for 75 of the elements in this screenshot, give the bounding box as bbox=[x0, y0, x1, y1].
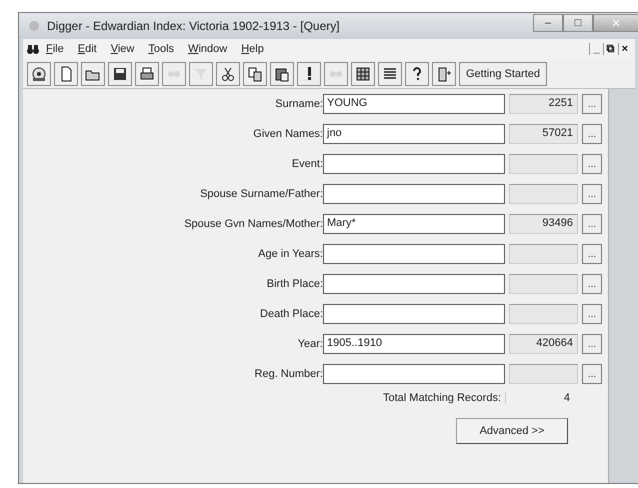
count-field bbox=[509, 274, 578, 294]
count-field: 57021 bbox=[509, 124, 578, 144]
window-title: Digger - Edwardian Index: Victoria 1902-1913 - [Query] bbox=[46, 19, 341, 33]
count-field bbox=[509, 304, 578, 324]
input-field[interactable]: Mary* bbox=[323, 214, 505, 234]
toolbar-button[interactable] bbox=[81, 62, 105, 86]
menu-item[interactable]: Help bbox=[234, 41, 271, 57]
total-label: Total Matching Records: bbox=[382, 392, 501, 404]
menu-item[interactable]: View bbox=[104, 41, 142, 57]
total-count: 4 bbox=[505, 392, 574, 404]
toolbar-button[interactable] bbox=[378, 62, 402, 86]
count-field bbox=[509, 154, 578, 174]
browse-button[interactable]: ... bbox=[582, 94, 602, 114]
input-field[interactable] bbox=[323, 154, 505, 174]
mdi-minimize-button[interactable]: _ bbox=[589, 43, 603, 55]
input-field[interactable] bbox=[323, 244, 505, 264]
toolbar-button[interactable] bbox=[135, 62, 159, 86]
input-field[interactable] bbox=[323, 184, 505, 204]
toolbar-button[interactable] bbox=[351, 62, 375, 86]
browse-button[interactable]: ... bbox=[582, 184, 602, 204]
browse-button[interactable]: ... bbox=[582, 154, 602, 174]
mdi-close-button[interactable]: × bbox=[618, 43, 631, 55]
menu-item[interactable]: Window bbox=[181, 41, 234, 57]
advanced-button[interactable]: Advanced >> bbox=[456, 418, 568, 444]
toolbar-button[interactable] bbox=[243, 62, 267, 86]
toolbar-button[interactable] bbox=[432, 62, 456, 86]
minimize-button[interactable]: – bbox=[533, 14, 563, 32]
browse-button[interactable]: ... bbox=[582, 304, 602, 324]
toolbar-button[interactable] bbox=[216, 62, 240, 86]
browse-button[interactable]: ... bbox=[582, 244, 602, 264]
app-icon bbox=[27, 19, 41, 33]
field-label: Year: bbox=[296, 338, 323, 350]
count-field bbox=[509, 184, 578, 204]
browse-button[interactable]: ... bbox=[582, 274, 602, 294]
toolbar-button[interactable] bbox=[54, 62, 78, 86]
browse-button[interactable]: ... bbox=[582, 364, 602, 384]
maximize-button[interactable]: □ bbox=[563, 14, 593, 32]
input-field[interactable]: 1905..1910 bbox=[323, 334, 505, 354]
menu-item[interactable]: File bbox=[39, 41, 71, 57]
field-label: Age in Years: bbox=[257, 248, 323, 260]
field-label: Given Names: bbox=[252, 128, 323, 140]
menu-item[interactable]: Edit bbox=[70, 41, 104, 57]
printer-icon bbox=[138, 64, 156, 82]
input-field[interactable]: jno bbox=[323, 124, 505, 144]
count-field bbox=[509, 364, 578, 384]
copy-icon bbox=[246, 64, 264, 82]
input-field[interactable] bbox=[323, 304, 505, 324]
input-field[interactable] bbox=[323, 274, 505, 294]
toolbar-button[interactable] bbox=[108, 62, 132, 86]
input-field[interactable] bbox=[323, 364, 505, 384]
field-label: Surname: bbox=[274, 98, 323, 110]
grid-icon bbox=[354, 64, 372, 82]
field-label: Reg. Number: bbox=[254, 368, 323, 380]
browse-button[interactable]: ... bbox=[582, 124, 602, 144]
toolbar-button[interactable] bbox=[270, 62, 294, 86]
disc-icon bbox=[30, 64, 48, 82]
browse-button[interactable]: ... bbox=[582, 334, 602, 354]
toolbar-button[interactable] bbox=[405, 62, 429, 86]
exclamation-icon bbox=[308, 67, 310, 80]
count-field bbox=[509, 244, 578, 264]
count-field: 420664 bbox=[509, 334, 578, 354]
field-label: Death Place: bbox=[259, 308, 323, 320]
field-label: Event: bbox=[290, 158, 323, 170]
count-field: 2251 bbox=[509, 94, 578, 114]
toolbar-button[interactable] bbox=[27, 62, 51, 86]
field-label: Spouse Surname/Father: bbox=[199, 188, 323, 200]
count-field: 93496 bbox=[509, 214, 578, 234]
browse-button[interactable]: ... bbox=[582, 214, 602, 234]
getting-started-button[interactable]: Getting Started bbox=[459, 62, 547, 86]
toolbar-button[interactable] bbox=[297, 62, 321, 86]
mdi-restore-button[interactable]: ⧉ bbox=[602, 43, 618, 55]
field-label: Spouse Gvn Names/Mother: bbox=[183, 218, 323, 230]
input-field[interactable]: YOUNG bbox=[323, 94, 505, 114]
field-label: Birth Place: bbox=[266, 278, 323, 290]
menu-item[interactable]: Tools bbox=[141, 41, 182, 57]
